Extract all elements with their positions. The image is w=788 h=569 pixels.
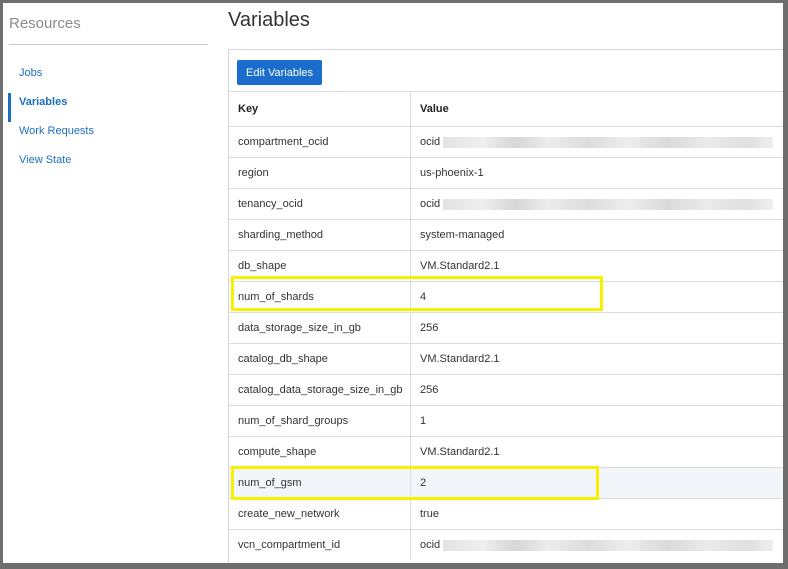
table-row: compartment_ocid ocid [229, 126, 783, 158]
variable-value: ocid [420, 539, 441, 551]
variable-key: db_shape [229, 250, 411, 282]
table-row: region us-phoenix-1 [229, 157, 783, 189]
variable-key: vcn_compartment_id [229, 529, 411, 560]
variable-value: ocid [420, 198, 441, 210]
variable-value-cell: us-phoenix-1 [410, 157, 783, 189]
variable-key: region [229, 157, 411, 189]
variable-key: compartment_ocid [229, 126, 411, 158]
variables-table-body: compartment_ocid ocid region us-phoenix-1 te… [229, 126, 783, 560]
variables-table-wrap: Key Value compartment_ocid ocid region us-p… [229, 91, 783, 560]
variable-value: system-managed [420, 229, 505, 241]
app-frame: Resources Jobs Variables Work Requests V… [3, 3, 783, 563]
variable-value: us-phoenix-1 [420, 167, 484, 179]
variable-value: VM.Standard2.1 [420, 260, 500, 272]
variable-key: sharding_method [229, 219, 411, 251]
variable-value-cell: 2 [410, 467, 783, 499]
page-title: Variables [228, 9, 310, 31]
variable-value-cell: 1 [410, 405, 783, 437]
variable-value-cell: 256 [410, 312, 783, 344]
variable-key: compute_shape [229, 436, 411, 468]
resources-nav: Jobs Variables Work Requests View State [8, 64, 208, 180]
variable-key: create_new_network [229, 498, 411, 530]
variable-value-cell: ocid [410, 188, 783, 220]
variable-value: VM.Standard2.1 [420, 353, 500, 365]
column-header-key[interactable]: Key [229, 91, 411, 127]
table-row: tenancy_ocid ocid [229, 188, 783, 220]
variable-key: num_of_shard_groups [229, 405, 411, 437]
table-row: compute_shape VM.Standard2.1 [229, 436, 783, 468]
table-row: catalog_data_storage_size_in_gb 256 [229, 374, 783, 406]
variables-panel: Edit Variables Key Value compartment_oci… [228, 49, 783, 563]
sidebar-item-work-requests[interactable]: Work Requests [8, 122, 208, 151]
variable-key: num_of_gsm [229, 467, 411, 499]
table-header-row: Key Value [229, 91, 783, 127]
table-row: create_new_network true [229, 498, 783, 530]
variable-key: num_of_shards [229, 281, 411, 313]
table-row: num_of_gsm 2 [229, 467, 783, 499]
sidebar-item-jobs[interactable]: Jobs [8, 64, 208, 93]
variable-key: catalog_data_storage_size_in_gb [229, 374, 411, 406]
variable-value: true [420, 508, 439, 520]
resources-title: Resources [9, 15, 81, 32]
variable-value-cell: VM.Standard2.1 [410, 436, 783, 468]
variable-value: 256 [420, 384, 439, 396]
table-row: data_storage_size_in_gb 256 [229, 312, 783, 344]
variable-value: 1 [420, 415, 427, 427]
variable-value-cell: ocid [410, 529, 783, 560]
variable-value-cell: ocid [410, 126, 783, 158]
variable-value: 256 [420, 322, 439, 334]
variable-value: 2 [420, 477, 427, 489]
variable-value-cell: 256 [410, 374, 783, 406]
redacted-value-blur [443, 198, 774, 210]
redacted-value-blur [443, 136, 774, 148]
variable-value-cell: 4 [410, 281, 783, 313]
variable-key: catalog_db_shape [229, 343, 411, 375]
table-row: num_of_shard_groups 1 [229, 405, 783, 437]
variable-value-cell: system-managed [410, 219, 783, 251]
variable-key: tenancy_ocid [229, 188, 411, 220]
variable-value: 4 [420, 291, 427, 303]
table-row: sharding_method system-managed [229, 219, 783, 251]
edit-variables-button[interactable]: Edit Variables [237, 60, 323, 85]
variable-value: VM.Standard2.1 [420, 446, 500, 458]
sidebar-item-variables[interactable]: Variables [8, 93, 208, 122]
variable-key: data_storage_size_in_gb [229, 312, 411, 344]
variable-value-cell: VM.Standard2.1 [410, 250, 783, 282]
variables-table: Key Value compartment_ocid ocid region us-p… [229, 91, 783, 560]
sidebar-divider [9, 44, 208, 45]
table-row: vcn_compartment_id ocid [229, 529, 783, 560]
resources-sidebar: Resources Jobs Variables Work Requests V… [3, 3, 208, 563]
table-row: num_of_shards 4 [229, 281, 783, 313]
table-row: catalog_db_shape VM.Standard2.1 [229, 343, 783, 375]
column-header-value[interactable]: Value [410, 91, 783, 127]
sidebar-item-view-state[interactable]: View State [8, 151, 208, 180]
variable-value-cell: true [410, 498, 783, 530]
variable-value: ocid [420, 136, 441, 148]
variable-value-cell: VM.Standard2.1 [410, 343, 783, 375]
redacted-value-blur [443, 539, 774, 551]
table-row: db_shape VM.Standard2.1 [229, 250, 783, 282]
